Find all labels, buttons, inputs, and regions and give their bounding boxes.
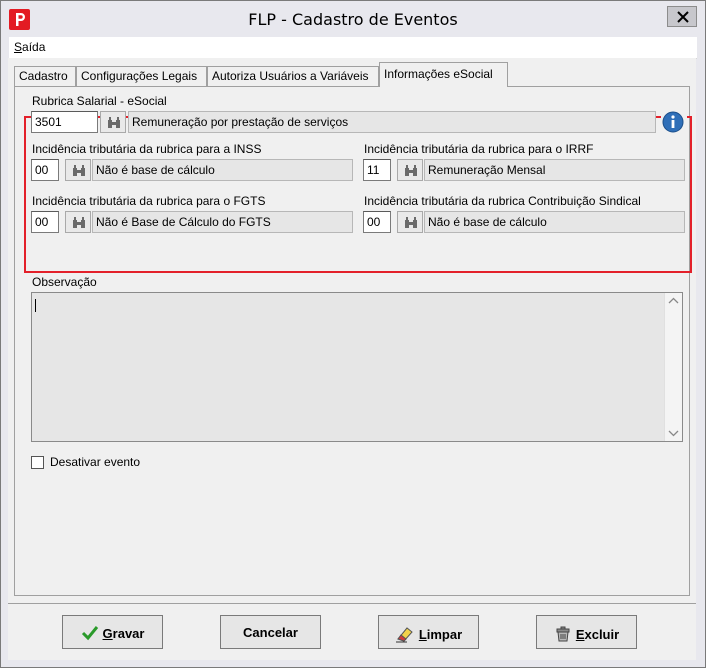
menu-saida-mnemonic: S (14, 40, 23, 54)
irrf-label: Incidência tributária da rubrica para o … (364, 142, 594, 156)
limpar-label: impar (426, 626, 463, 642)
tab-configuracoes-legais-label: Configurações Legais (81, 69, 198, 83)
observacao-textarea[interactable] (31, 292, 683, 442)
fgts-description: Não é Base de Cálculo do FGTS (92, 211, 353, 233)
desativar-checkbox[interactable] (31, 456, 44, 469)
cancelar-button[interactable]: Cancelar (220, 615, 321, 649)
tab-cadastro[interactable]: Cadastro (14, 66, 76, 86)
observacao-label: Observação (32, 275, 97, 289)
menu-bar: Saída (9, 37, 697, 59)
tab-autoriza-usuarios-label: Autoriza Usuários a Variáveis (212, 69, 369, 83)
chevron-down-icon (668, 430, 679, 437)
irrf-code-field[interactable]: 11 (363, 159, 391, 181)
inss-search-button[interactable] (65, 159, 91, 181)
menu-saida[interactable]: Saída (14, 40, 45, 54)
fgts-label: Incidência tributária da rubrica para o … (32, 194, 266, 208)
sindical-description: Não é base de cálculo (424, 211, 685, 233)
tab-informacoes-esocial[interactable]: Informações eSocial (379, 62, 508, 87)
excluir-button[interactable]: Excluir (536, 615, 637, 649)
gravar-label: ravar (112, 625, 145, 641)
gravar-button[interactable]: Gravar (62, 615, 163, 649)
scroll-down-button[interactable] (665, 424, 682, 441)
client-area: Cadastro Configurações Legais Autoriza U… (8, 58, 696, 603)
text-caret (35, 299, 36, 312)
excluir-label: xcluir (584, 626, 620, 642)
inss-code-field[interactable]: 00 (31, 159, 59, 181)
inss-description: Não é base de cálculo (92, 159, 353, 181)
title-bar: FLP - Cadastro de Eventos (1, 1, 705, 37)
tab-cadastro-label: Cadastro (19, 69, 68, 83)
window-title: FLP - Cadastro de Eventos (248, 10, 458, 29)
eraser-icon (395, 627, 413, 643)
desativar-label: Desativar evento (50, 455, 141, 469)
tab-autoriza-usuarios[interactable]: Autoriza Usuários a Variáveis (207, 66, 379, 86)
cancelar-label: Cancelar (243, 625, 298, 640)
rubrica-label: Rubrica Salarial - eSocial (32, 94, 167, 108)
observacao-scrollbar[interactable] (664, 293, 682, 441)
tab-configuracoes-legais[interactable]: Configurações Legais (76, 66, 207, 86)
rubrica-description: Remuneração por prestação de serviços (128, 111, 656, 133)
info-button[interactable] (661, 110, 687, 134)
binoculars-icon (405, 165, 417, 176)
binoculars-icon (73, 217, 85, 228)
sindical-code-field[interactable]: 00 (363, 211, 391, 233)
rubrica-search-button[interactable] (100, 111, 126, 133)
rubrica-code-field[interactable]: 3501 (31, 111, 98, 133)
sindical-search-button[interactable] (397, 211, 423, 233)
binoculars-icon (108, 117, 120, 128)
menu-saida-label: aída (22, 40, 46, 54)
scroll-up-button[interactable] (665, 293, 682, 310)
footer: Gravar Cancelar Limpar Excluir (8, 604, 696, 660)
sindical-label: Incidência tributária da rubrica Contrib… (364, 194, 641, 208)
info-icon (662, 111, 684, 133)
fgts-code-field[interactable]: 00 (31, 211, 59, 233)
tab-panel-esocial: Rubrica Salarial - eSocial 3501 Remunera… (14, 86, 692, 596)
limpar-mnemonic: L (418, 626, 427, 642)
inss-label: Incidência tributária da rubrica para a … (32, 142, 262, 156)
binoculars-icon (73, 165, 85, 176)
limpar-button[interactable]: Limpar (378, 615, 479, 649)
irrf-description: Remuneração Mensal (424, 159, 685, 181)
delete-icon (556, 626, 570, 642)
fgts-search-button[interactable] (65, 211, 91, 233)
irrf-search-button[interactable] (397, 159, 423, 181)
binoculars-icon (405, 217, 417, 228)
close-icon (677, 11, 689, 23)
gravar-mnemonic: G (102, 625, 113, 641)
chevron-up-icon (668, 297, 679, 304)
close-button[interactable] (667, 6, 697, 27)
tab-informacoes-esocial-label: Informações eSocial (384, 67, 493, 81)
checkmark-icon (81, 626, 98, 641)
